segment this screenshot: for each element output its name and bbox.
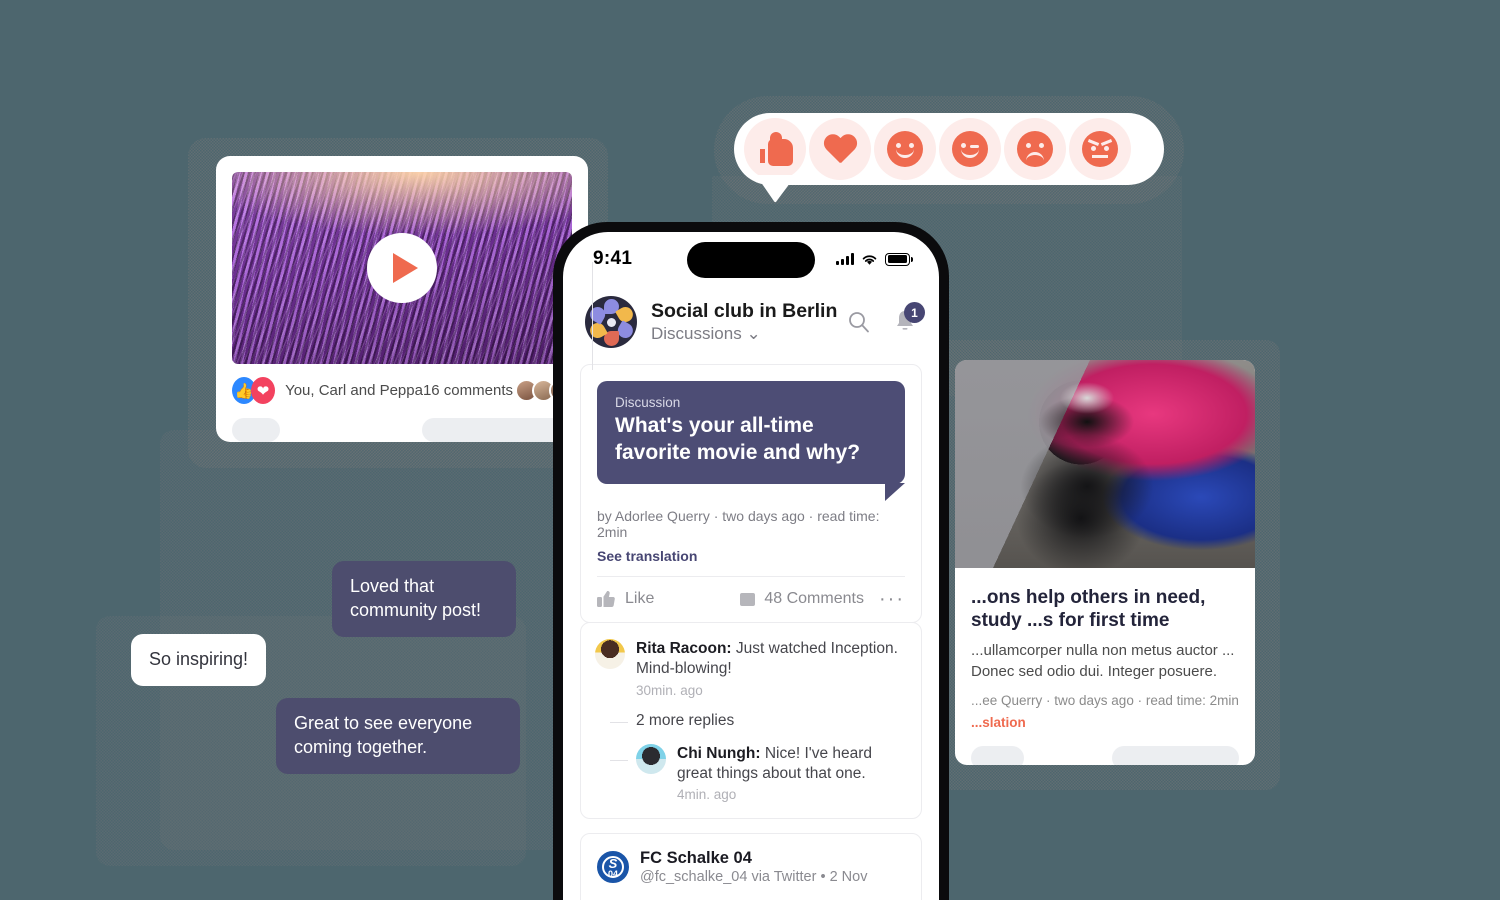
thumbs-up-reaction[interactable] bbox=[744, 118, 806, 180]
fc-schalke-logo-icon: S 04 bbox=[597, 850, 629, 883]
comment-author[interactable]: Rita Racoon: bbox=[636, 640, 732, 657]
skeleton-bar bbox=[1111, 745, 1239, 765]
heart-icon bbox=[823, 135, 857, 165]
play-icon[interactable] bbox=[367, 233, 437, 303]
angry-face-icon bbox=[1082, 131, 1118, 167]
chat-bubble: Loved that community post! bbox=[332, 561, 516, 637]
article-title: ...ons help others in need, study ...s f… bbox=[971, 587, 1206, 632]
comment-bubble-icon bbox=[740, 592, 756, 606]
article-see-translation-link[interactable]: ...slation bbox=[971, 715, 1239, 730]
article-skeleton-row bbox=[971, 745, 1239, 765]
angry-reaction[interactable] bbox=[1069, 118, 1131, 180]
status-time: 9:41 bbox=[593, 248, 633, 269]
comments-label: 48 Comments bbox=[764, 590, 864, 608]
article-body: ...ons help others in need, study ...s f… bbox=[955, 568, 1255, 765]
comment-item[interactable]: Rita Racoon: Just watched Inception. Min… bbox=[595, 639, 905, 698]
tweet-handle: @fc_schalke_04 via Twitter • 2 Nov bbox=[640, 868, 868, 885]
discussion-action-bar: Like 48 Comments ··· bbox=[597, 576, 905, 609]
status-indicators bbox=[836, 252, 913, 266]
comment-reply-item[interactable]: Chi Nungh: Nice! I've heard great things… bbox=[610, 743, 905, 802]
like-button[interactable]: Like bbox=[597, 590, 654, 608]
header-actions: 1 bbox=[847, 302, 925, 335]
chat-bubble: Great to see everyone coming together. bbox=[276, 698, 520, 774]
comments-button[interactable]: 48 Comments bbox=[740, 590, 864, 608]
reply-text: Chi Nungh: Nice! I've heard great things… bbox=[677, 744, 905, 784]
skeleton-bar bbox=[232, 418, 281, 442]
screenshot-stage: 👍 ❤ You, Carl and Peppa16 comments Loved… bbox=[0, 0, 1500, 900]
like-label: Like bbox=[625, 590, 655, 608]
article-hero-image bbox=[955, 360, 1255, 568]
skeleton-bar bbox=[422, 418, 572, 442]
tweet-header: S 04 FC Schalke 04 @fc_schalke_04 via Tw… bbox=[597, 849, 905, 885]
video-reaction-names: You, Carl and Peppa16 comments bbox=[285, 382, 513, 399]
more-options-button[interactable]: ··· bbox=[879, 589, 905, 609]
page-title: Social club in Berlin bbox=[651, 300, 838, 322]
article-post-card[interactable]: ...ons help others in need, study ...s f… bbox=[955, 360, 1255, 765]
smile-reaction[interactable] bbox=[874, 118, 936, 180]
discussion-bubble: Discussion What's your all-time favorite… bbox=[597, 381, 905, 502]
article-excerpt: ...ullamcorper nulla non metus auctor ..… bbox=[971, 642, 1235, 680]
avatar bbox=[595, 639, 625, 670]
discussion-byline: by Adorlee Querry · two days ago · read … bbox=[597, 508, 880, 541]
comment-text: Rita Racoon: Just watched Inception. Min… bbox=[636, 639, 905, 679]
search-icon[interactable] bbox=[847, 310, 871, 334]
sad-face-icon bbox=[1017, 131, 1053, 167]
cellular-signal-icon bbox=[836, 253, 854, 265]
heart-icon: ❤ bbox=[251, 377, 276, 404]
video-post-card[interactable]: 👍 ❤ You, Carl and Peppa16 comments bbox=[216, 156, 588, 442]
discussion-kicker: Discussion bbox=[615, 395, 681, 410]
tweet-author-name: FC Schalke 04 bbox=[640, 848, 752, 867]
wifi-icon bbox=[862, 254, 877, 265]
comment-timestamp: 30min. ago bbox=[636, 682, 703, 698]
avatar bbox=[636, 743, 666, 774]
chat-bubble: So inspiring! bbox=[131, 634, 267, 686]
phone-mockup: 9:41 Social club in Berlin Discussions ⌄… bbox=[553, 222, 949, 900]
reaction-picker-bubble[interactable] bbox=[734, 113, 1164, 185]
notification-badge: 1 bbox=[904, 302, 925, 323]
discussion-post-card[interactable]: Discussion What's your all-time favorite… bbox=[580, 364, 922, 624]
thumbs-up-icon bbox=[597, 591, 615, 608]
article-byline: ...ee Querry · two days ago · read time:… bbox=[971, 692, 1239, 708]
phone-screen: 9:41 Social club in Berlin Discussions ⌄… bbox=[563, 232, 939, 900]
video-post-meta: 👍 ❤ You, Carl and Peppa16 comments bbox=[232, 377, 572, 404]
comments-card: Rita Racoon: Just watched Inception. Min… bbox=[580, 262, 922, 819]
winking-face-icon bbox=[952, 131, 988, 167]
section-label: Discussions bbox=[651, 324, 742, 343]
dynamic-island bbox=[687, 242, 815, 278]
wink-reaction[interactable] bbox=[939, 118, 1001, 180]
tweet-post-card[interactable]: S 04 FC Schalke 04 @fc_schalke_04 via Tw… bbox=[580, 832, 922, 900]
smiley-face-icon bbox=[887, 131, 923, 167]
more-replies-link[interactable]: 2 more replies bbox=[610, 712, 905, 730]
love-reaction[interactable] bbox=[809, 118, 871, 180]
reply-author[interactable]: Chi Nungh: bbox=[677, 745, 761, 762]
video-names-text: You, Carl and Peppa bbox=[285, 382, 423, 399]
status-bar: 9:41 bbox=[563, 232, 939, 286]
see-translation-link[interactable]: See translation bbox=[597, 548, 905, 564]
section-selector[interactable]: Discussions ⌄ bbox=[651, 324, 847, 344]
discussion-title: What's your all-time favorite movie and … bbox=[615, 414, 861, 464]
thumbs-up-icon bbox=[757, 132, 793, 166]
battery-full-icon bbox=[885, 252, 910, 266]
chevron-down-icon: ⌄ bbox=[746, 324, 761, 343]
video-thumbnail[interactable] bbox=[232, 172, 572, 364]
schalke-logo-number: 04 bbox=[607, 868, 618, 879]
video-comments-text[interactable]: 16 comments bbox=[423, 382, 513, 399]
notification-bell-icon[interactable]: 1 bbox=[893, 302, 925, 335]
app-header: Social club in Berlin Discussions ⌄ 1 bbox=[563, 286, 939, 348]
reply-timestamp: 4min. ago bbox=[677, 786, 737, 802]
sad-reaction[interactable] bbox=[1004, 118, 1066, 180]
thread-connector-line bbox=[592, 262, 593, 370]
skeleton-bar bbox=[971, 745, 1024, 765]
header-text: Social club in Berlin Discussions ⌄ bbox=[651, 300, 847, 344]
video-skeleton-row bbox=[232, 418, 572, 442]
